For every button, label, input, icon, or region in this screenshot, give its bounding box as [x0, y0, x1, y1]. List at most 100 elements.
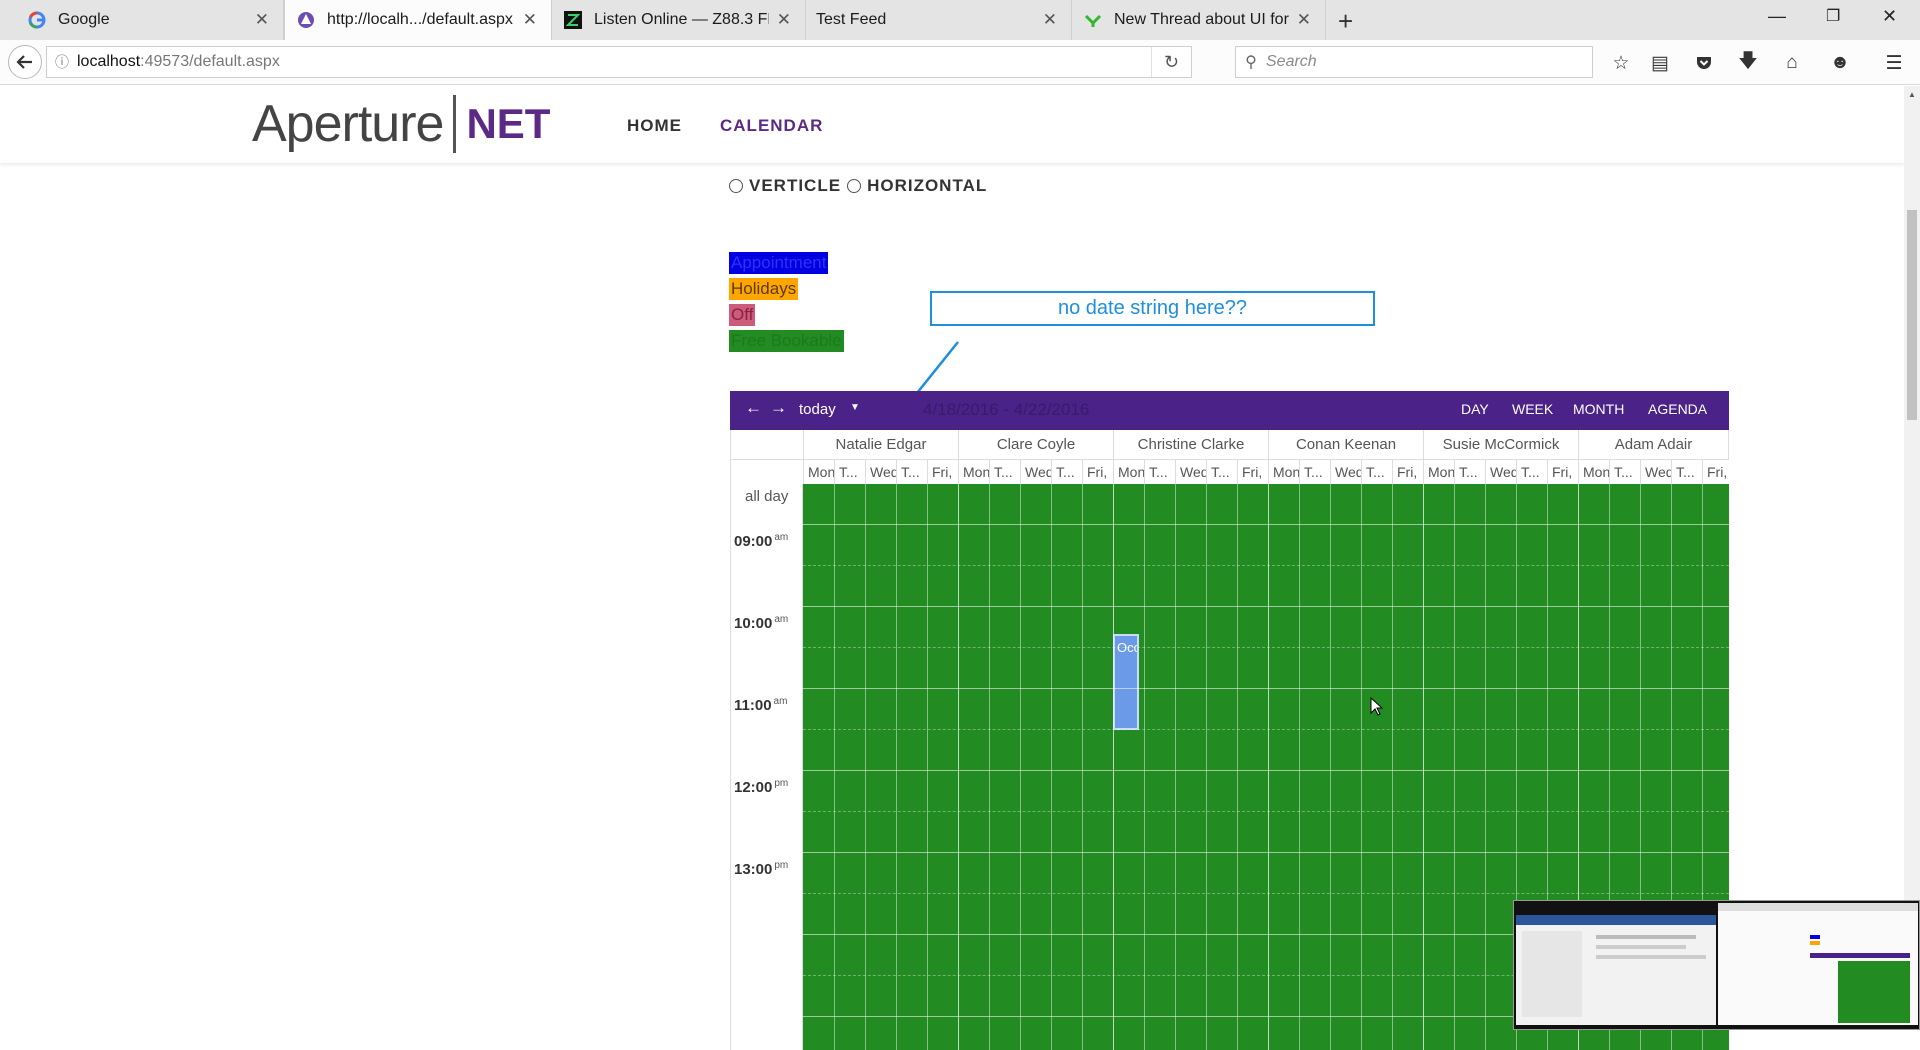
- day-header: T...: [1671, 460, 1702, 484]
- logo-divider: [453, 95, 457, 153]
- mouse-cursor-icon: [1370, 697, 1384, 716]
- radio-verticle[interactable]: [729, 179, 743, 193]
- all-day-label: all day: [745, 488, 789, 505]
- dropdown-caret-icon[interactable]: ▼: [850, 402, 860, 413]
- url-host: localhost: [77, 53, 141, 70]
- thumbnail-browser-window[interactable]: [1718, 903, 1918, 1025]
- today-button[interactable]: today: [799, 401, 836, 418]
- scroll-up-icon[interactable]: ▲: [1908, 90, 1916, 99]
- scheduler-toolbar: ← → today ▼ 4/18/2016 - 4/22/2016 DAY WE…: [730, 391, 1729, 430]
- aperture-net-logo[interactable]: Aperture NET: [252, 92, 550, 156]
- radio-verticle-label[interactable]: VERTICLE: [749, 176, 841, 196]
- day-header: Fri,: [1237, 460, 1268, 484]
- telerik-icon: [1084, 11, 1102, 29]
- search-icon: ⚲: [1245, 54, 1257, 71]
- day-header: T...: [1299, 460, 1330, 484]
- next-arrow-icon[interactable]: →: [770, 398, 787, 418]
- grid-column-line: [1206, 484, 1207, 1050]
- grid-column-line: [1423, 484, 1424, 1050]
- day-header: Mon: [1113, 460, 1144, 484]
- grid-column-line: [1485, 484, 1486, 1050]
- day-header: T...: [834, 460, 865, 484]
- day-header: Wed: [1175, 460, 1206, 484]
- prev-arrow-icon[interactable]: ←: [745, 398, 762, 418]
- tab-test-feed[interactable]: Test Feed ✕: [806, 0, 1072, 40]
- pocket-icon[interactable]: [1692, 51, 1716, 75]
- search-placeholder: Search: [1266, 53, 1317, 70]
- view-agenda[interactable]: AGENDA: [1648, 401, 1707, 417]
- thumbnail-email-window[interactable]: [1516, 915, 1716, 1025]
- site-header: Aperture NET HOME CALENDAR: [0, 86, 1904, 163]
- download-icon[interactable]: 🡇: [1736, 51, 1760, 75]
- window-thumbnails[interactable]: [1513, 900, 1920, 1030]
- view-month[interactable]: MONTH: [1573, 401, 1624, 417]
- bookmark-star-icon[interactable]: ☆: [1609, 51, 1633, 75]
- tab-new-thread[interactable]: New Thread about UI for ... ✕: [1072, 0, 1326, 40]
- legend-holidays: Holidays: [729, 278, 799, 300]
- back-arrow-icon[interactable]: [8, 45, 42, 79]
- view-week[interactable]: WEEK: [1512, 401, 1553, 417]
- grid-column-line: [1237, 484, 1238, 1050]
- grid-column-line: [1330, 484, 1331, 1050]
- info-icon[interactable]: ⓘ: [47, 52, 77, 72]
- day-header: Mon: [803, 460, 834, 484]
- time-axis: all day 09:00 am 10:00 am 11:00 am 12:00 pm …: [730, 484, 803, 1050]
- close-icon[interactable]: ✕: [777, 10, 791, 30]
- resource-header: Adam Adair: [1578, 430, 1729, 460]
- day-header: T...: [1144, 460, 1175, 484]
- close-icon[interactable]: ✕: [1043, 10, 1057, 30]
- grid-column-line: [1361, 484, 1362, 1050]
- day-header: T...: [1051, 460, 1082, 484]
- address-bar[interactable]: ⓘ localhost:49573/default.aspx ↻: [46, 46, 1192, 78]
- view-day[interactable]: DAY: [1461, 401, 1489, 417]
- day-header: T...: [1609, 460, 1640, 484]
- resource-header-blank: [730, 430, 803, 460]
- tab-default-aspx[interactable]: http://localh.../default.aspx ✕: [284, 0, 552, 40]
- grid-column-line: [1299, 484, 1300, 1050]
- legend-off: Off: [729, 304, 756, 326]
- radio-horizontal-label[interactable]: HORIZONTAL: [867, 176, 987, 196]
- close-icon[interactable]: ✕: [523, 10, 537, 30]
- new-tab-plus-icon[interactable]: +: [1338, 6, 1353, 37]
- tab-title: http://localh.../default.aspx: [327, 11, 513, 28]
- search-input[interactable]: ⚲ Search: [1235, 46, 1593, 78]
- grid-column-line: [1051, 484, 1052, 1050]
- close-icon[interactable]: ✕: [255, 10, 269, 30]
- scrollbar-thumb[interactable]: [1907, 210, 1917, 420]
- day-header: Fri,: [1702, 460, 1733, 484]
- time-label: 09:00 am: [734, 532, 789, 550]
- nav-calendar[interactable]: CALENDAR: [720, 116, 823, 136]
- home-icon[interactable]: ⌂: [1780, 51, 1804, 75]
- radio-horizontal[interactable]: [847, 179, 862, 193]
- tab-google[interactable]: Google ✕: [16, 0, 284, 40]
- window-close-icon[interactable]: ✕: [1882, 6, 1897, 27]
- reload-icon[interactable]: ↻: [1151, 47, 1191, 77]
- day-header: Mon: [1423, 460, 1454, 484]
- grid-row-line: [803, 770, 1729, 771]
- close-icon[interactable]: ✕: [1297, 10, 1311, 30]
- tab-z883[interactable]: Listen Online — Z88.3 FM ✕: [552, 0, 806, 40]
- resource-header: Susie McCormick: [1423, 430, 1578, 460]
- nav-home[interactable]: HOME: [627, 116, 682, 136]
- reading-list-icon[interactable]: ▤: [1648, 51, 1672, 75]
- grid-row-line: [803, 893, 1729, 894]
- time-label: 11:00 am: [734, 696, 788, 714]
- grid-row-line: [803, 811, 1729, 812]
- grid-row-line: [803, 688, 1729, 689]
- day-header: T...: [1361, 460, 1392, 484]
- day-header: Wed: [1330, 460, 1361, 484]
- grid-column-line: [1175, 484, 1176, 1050]
- grid-column-line: [1268, 484, 1269, 1050]
- occupied-event[interactable]: Occupied: [1113, 634, 1139, 730]
- minimize-icon[interactable]: —: [1768, 6, 1786, 27]
- resource-header: Natalie Edgar: [803, 430, 958, 460]
- grid-row-line: [803, 565, 1729, 566]
- smiley-icon[interactable]: ☻: [1828, 51, 1852, 75]
- restore-icon[interactable]: ❐: [1826, 6, 1840, 26]
- day-header: Wed: [1640, 460, 1671, 484]
- grid-column-line: [927, 484, 928, 1050]
- day-header: Fri,: [1082, 460, 1113, 484]
- page-scrollbar[interactable]: ▲: [1904, 86, 1920, 1030]
- orientation-radios: VERTICLE HORIZONTAL: [729, 176, 987, 196]
- menu-icon[interactable]: ☰: [1882, 51, 1906, 75]
